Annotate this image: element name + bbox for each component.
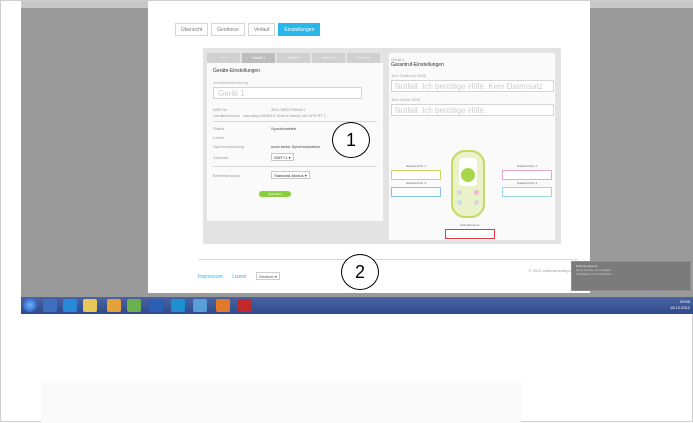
divider [213,166,377,167]
start-button-icon[interactable] [23,298,37,312]
app-icon[interactable] [107,299,121,312]
notification-popup[interactable]: Dienstprogramm Neue Version ist verfügba… [571,261,691,291]
phone-key-icon [457,190,462,195]
lizenz-link[interactable]: Lizenz [232,274,246,280]
device-name-label: Gerätebezeichnung [213,80,248,85]
device-tabs: +++ Gerät 1 Gerät 2 Gerät 3 Gerät 4 [207,53,383,63]
key3-label: Garantruf-Nr. 3 [405,181,426,185]
key4-input[interactable] [502,187,552,197]
firefox-icon[interactable] [216,299,230,312]
zone-label: Zeitzone [213,154,229,160]
phone-illustration [451,150,485,218]
phone-key-icon [457,200,462,205]
web-page: Übersicht Geofence Verlauf Einstellungen… [148,1,590,293]
tab-overview[interactable]: Übersicht [175,23,209,36]
status-label: Status [213,126,225,131]
app-icon[interactable] [127,299,141,312]
sms-label: Text Garantruf-SMS [391,73,427,78]
alarm-title: Garantruf-Einstellungen [391,62,444,68]
sms-text-input[interactable]: Notfall. Ich benötige Hilfe. Kein Datens… [391,80,554,92]
phone-key-icon [474,190,479,195]
clock-date: 18.12.2012 [669,305,690,310]
page-top-strip [148,1,590,7]
main-tabs: Übersicht Geofence Verlauf Einstellungen [175,23,321,36]
imei-label: IMEI-Nr. [213,107,228,112]
device-value: simvalley MOBILE Notruf Handy mit GPS RT… [243,113,327,118]
windows-taskbar: 09:59 18.12.2012 [21,297,693,314]
tab-geofence[interactable]: Geofence [211,23,245,36]
chevron-down-icon: ▾ [304,173,307,178]
notification-line2: Installation wird vorbereitet [576,272,612,276]
chevron-down-icon: ▾ [288,155,291,160]
sos-label: Text Notruf-SMS [391,97,421,102]
app-icon[interactable] [193,299,207,312]
ie-icon[interactable] [63,299,77,312]
key1-label: Garantruf-Nr. 1 [405,164,426,168]
settings-panel: +++ Gerät 1 Gerät 2 Gerät 3 Gerät 4 Gerä… [203,48,561,244]
status-value: Synchronisiert [271,126,297,131]
slide-frame: Übersicht Geofence Verlauf Einstellungen… [0,0,693,423]
imei-row: IMEI-Nr. 35117805270949/1 [213,107,377,112]
device-tab-1[interactable]: Gerät 1 [242,53,275,63]
device-tab-4[interactable]: Gerät 4 [347,53,380,63]
browser-icon[interactable] [43,299,57,312]
device-name-input[interactable]: Gerät 1 [213,87,362,99]
page-footer: Impressum Lizenz Deutsch ▾ © 2012 www.si… [198,265,578,280]
skype-icon[interactable] [171,299,185,312]
mode-select[interactable]: Standard-Modus ▾ [271,171,310,179]
key2-input[interactable] [502,170,552,180]
key4-label: Garantruf-Nr. 4 [516,181,537,185]
sos-key-label: Notrufnummer [460,223,480,227]
acrobat-icon[interactable] [238,299,252,312]
bear-icon [461,168,475,182]
section-title: Geräte-Einstellungen [213,68,260,74]
device-tab-add[interactable]: +++ [207,53,240,63]
tab-history[interactable]: Verlauf [247,23,276,36]
sos-number-input[interactable] [445,229,495,239]
copyright: © 2012 www.simvalley.de [528,268,574,273]
timezone-select[interactable]: GMT+1 ▾ [271,153,294,161]
device-tab-3[interactable]: Gerät 3 [312,53,345,63]
background-watermark [41,381,521,423]
last-label: Letzte [213,135,224,140]
key1-input[interactable] [391,170,441,180]
system-tray-clock[interactable]: 09:59 18.12.2012 [670,299,690,311]
imei-value: 35117805270949/1 [271,107,306,112]
alarm-settings-column: Gerät 1 Garantruf-Einstellungen Text Gar… [389,53,555,240]
sos-text-input[interactable]: Notfall. Ich benötige Hilfe. [391,104,554,116]
word-icon[interactable] [149,299,163,312]
folder-icon[interactable] [83,299,97,312]
sync-label: Synchronisierung [213,144,244,149]
save-button[interactable]: Speichern [259,191,291,197]
language-select[interactable]: Deutsch ▾ [256,272,280,280]
language-value: Deutsch [259,274,274,279]
sync-value: noch keine Synchronisation [271,144,320,149]
callout-2: 2 [341,254,379,290]
phone-key-icon [474,200,479,205]
mode-row: Betriebsmodus Standard-Modus ▾ [213,171,377,179]
timezone-value: GMT+1 [274,155,288,160]
callout-1: 1 [332,122,370,158]
footer-divider [198,259,578,260]
mode-label: Betriebsmodus [213,172,240,178]
chevron-down-icon: ▾ [274,274,277,279]
key3-input[interactable] [391,187,441,197]
impressum-link[interactable]: Impressum [198,274,223,280]
device-tab-2[interactable]: Gerät 2 [277,53,310,63]
key2-label: Garantruf-Nr. 2 [516,164,537,168]
tab-settings[interactable]: Einstellungen [278,23,321,36]
device-label: Gerätenummer [213,113,240,118]
clock-time: 09:59 [679,299,690,304]
device-row: Gerätenummer simvalley MOBILE Notruf Han… [213,113,377,118]
mode-value: Standard-Modus [274,173,304,178]
